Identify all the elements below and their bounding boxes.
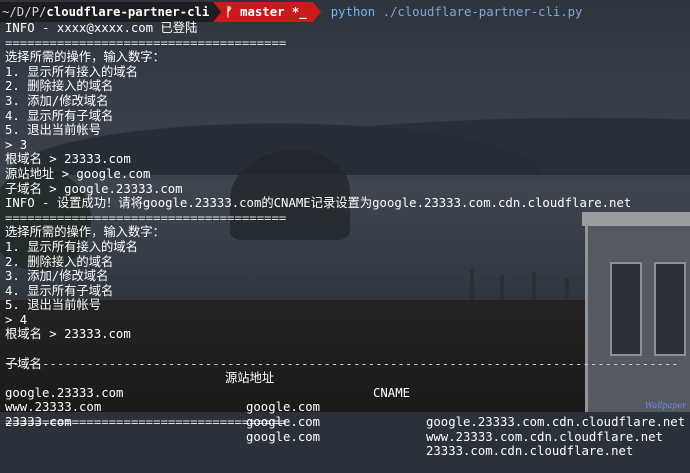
user-input: > 3 <box>5 137 28 152</box>
path-prefix: ~/D/P/ <box>2 5 47 19</box>
table-row: google.23333.com google.com google.23333… <box>5 371 690 429</box>
path-current: cloudflare-partner-cli <box>46 5 210 19</box>
menu-item: 4. 显示所有子域名 <box>5 283 114 298</box>
cell-subdomain: 23333.com <box>5 415 72 430</box>
output-line: 根域名 > 23333.com <box>5 152 131 167</box>
separator-line: ====================================== <box>5 35 287 50</box>
menu-item: 2. 删除接入的域名 <box>5 254 114 269</box>
command: python <box>330 5 376 19</box>
cell-cname: www.23333.com.cdn.cloudflare.net <box>426 429 663 444</box>
menu-item: 2. 删除接入的域名 <box>5 79 114 94</box>
output-line: INFO - 设置成功！请将google.23333.com的CNAME记录设置… <box>5 196 632 211</box>
shell-prompt: ~/D/P/cloudflare-partner-cli ᚠ master *_… <box>0 2 690 22</box>
menu-item: 4. 显示所有子域名 <box>5 108 114 123</box>
table-row: www.23333.com google.com www.23333.com.c… <box>5 386 690 443</box>
git-branch: master *_ <box>240 5 307 19</box>
powerline-separator-icon <box>213 2 222 22</box>
separator-line: ====================================== <box>5 210 287 225</box>
powerline-separator-icon <box>312 2 321 22</box>
branch-icon: ᚠ <box>225 5 241 19</box>
user-input: > 4 <box>5 312 28 327</box>
command-line: python ./cloudflare-partner-cli.py <box>331 5 583 19</box>
output-line: 源站地址 > google.com <box>5 166 151 181</box>
table-row: 23333.com google.com 23333.com.cdn.cloud… <box>5 400 690 458</box>
header-subdomain: 子域名 <box>5 356 42 371</box>
terminal-window[interactable]: ~/D/P/cloudflare-partner-cli ᚠ master *_… <box>0 0 690 458</box>
watermark: Wallpaper <box>645 401 686 410</box>
command-arg: ./cloudflare-partner-cli.py <box>382 5 583 19</box>
git-segment: ᚠ master *_ <box>221 2 313 22</box>
menu-title: 选择所需的操作，输入数字： <box>5 225 165 240</box>
menu-item: 3. 添加/修改域名 <box>5 93 109 108</box>
prompt-path-segment: ~/D/P/cloudflare-partner-cli <box>0 2 214 22</box>
output-line: 根域名 > 23333.com <box>5 327 131 342</box>
cell-cname: 23333.com.cdn.cloudflare.net <box>426 444 634 459</box>
table-divider: ----------------------------------------… <box>5 356 679 371</box>
menu-title: 选择所需的操作，输入数字： <box>5 50 165 65</box>
menu-item: 1. 显示所有接入的域名 <box>5 64 138 79</box>
output-line: 子域名 > google.23333.com <box>5 181 183 196</box>
cell-origin: google.com <box>246 415 321 430</box>
cell-origin: google.com <box>246 429 321 444</box>
output-line: INFO - xxxx@xxxx.com 已登陆 <box>5 21 198 35</box>
terminal-output: INFO - xxxx@xxxx.com 已登陆 ===============… <box>5 21 690 458</box>
menu-item: 5. 退出当前帐号 <box>5 298 101 313</box>
menu-item: 1. 显示所有接入的域名 <box>5 239 138 254</box>
menu-item: 5. 退出当前帐号 <box>5 123 101 138</box>
menu-item: 3. 添加/修改域名 <box>5 269 109 284</box>
cell-cname: google.23333.com.cdn.cloudflare.net <box>426 415 686 430</box>
table-header: 子域名 源站地址 CNAME <box>5 342 690 400</box>
